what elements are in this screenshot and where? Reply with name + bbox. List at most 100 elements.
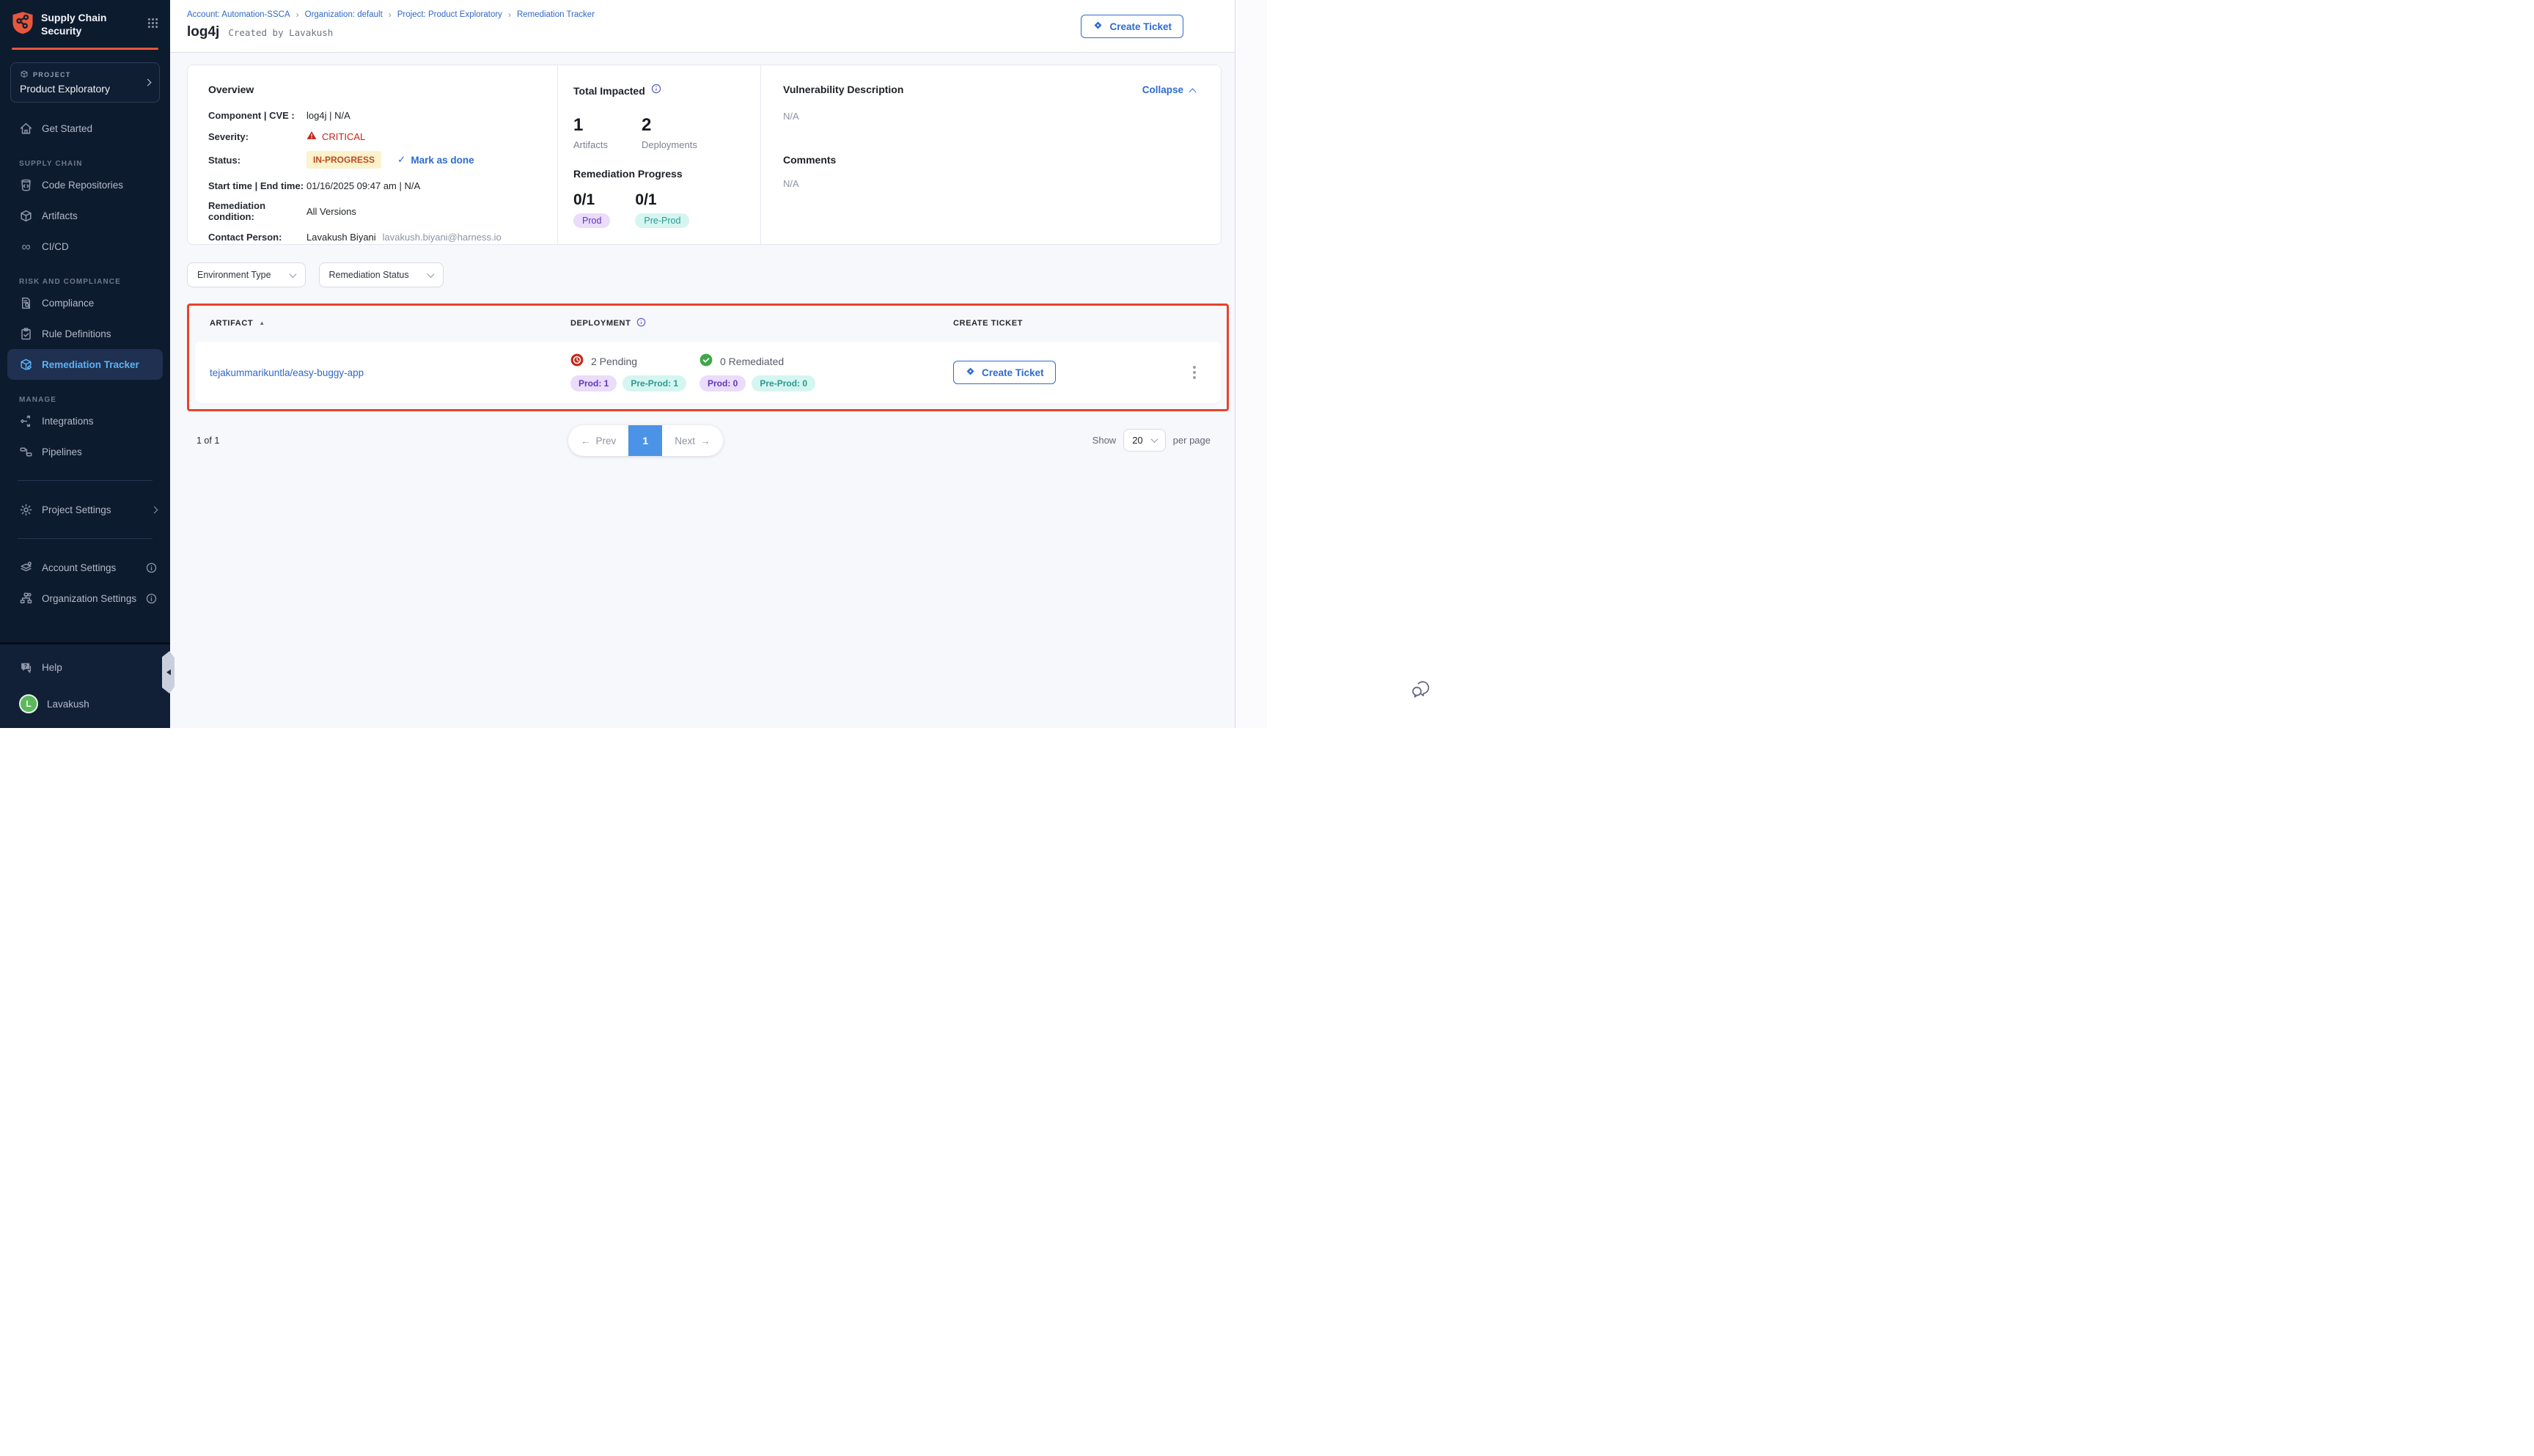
page-header: Account: Automation-SSCA › Organization:… — [170, 0, 1235, 53]
component-cve-label: Component | CVE : — [208, 110, 306, 121]
sidebar-item-pipelines[interactable]: Pipelines — [0, 436, 170, 467]
user-name: Lavakush — [47, 699, 89, 710]
remediated-preprod-pill: Pre-Prod: 0 — [752, 375, 815, 391]
sidebar-item-artifacts[interactable]: Artifacts — [0, 200, 170, 231]
account-settings-icon — [19, 561, 33, 575]
artifacts-stat: 1 Artifacts — [573, 115, 608, 150]
table-row: tejakummarikuntla/easy-buggy-app 2 Pendi… — [195, 342, 1221, 403]
deployments-stat-label: Deployments — [642, 139, 697, 150]
deployment-cell: 2 Pending Prod: 1 Pre-Prod: 1 — [570, 353, 941, 391]
pipelines-icon — [19, 445, 33, 459]
next-page-button[interactable]: Next → — [662, 425, 722, 456]
page-size-select[interactable]: 20 — [1123, 429, 1165, 452]
sidebar-item-cicd[interactable]: ∞ CI/CD — [0, 231, 170, 262]
preprod-pill: Pre-Prod — [635, 213, 689, 228]
pending-prod-pill: Prod: 1 — [570, 375, 617, 391]
chevron-down-icon — [289, 271, 296, 278]
row-options-kebab-menu[interactable] — [1190, 363, 1199, 382]
sidebar-item-label: Remediation Tracker — [42, 359, 139, 370]
vulnerability-details-section: Vulnerability Description Collapse N/A C… — [760, 65, 1221, 244]
chevron-right-icon — [152, 507, 157, 512]
info-icon[interactable] — [651, 84, 661, 98]
content: Overview Component | CVE : log4j | N/A S… — [170, 53, 1235, 457]
project-selector-label: PROJECT — [33, 71, 71, 78]
help-chat-icon: ? — [19, 661, 33, 674]
sidebar-item-label: Compliance — [42, 298, 94, 309]
sidebar-item-rule-definitions[interactable]: Rule Definitions — [0, 318, 170, 349]
app-title: Supply Chain Security — [41, 12, 106, 37]
feedback-chat-button[interactable] — [1410, 677, 1432, 703]
sidebar-item-remediation-tracker[interactable]: Remediation Tracker — [7, 349, 163, 380]
page-subtitle: Created by Lavakush — [228, 27, 333, 38]
breadcrumb-account-link[interactable]: Account: Automation-SSCA — [187, 10, 290, 19]
code-repository-icon — [19, 178, 33, 192]
chevron-up-icon — [1189, 88, 1197, 95]
left-arrow-icon: ← — [581, 435, 591, 446]
sidebar-nav: Get Started SUPPLY CHAIN Code Repositori… — [0, 103, 170, 467]
sidebar-item-label: Artifacts — [42, 210, 78, 221]
deployment-column-header: DEPLOYMENT — [570, 317, 941, 329]
nav-section-supply-chain: SUPPLY CHAIN — [19, 160, 170, 168]
mark-as-done-button[interactable]: ✓ Mark as done — [397, 154, 474, 166]
artifact-column-header[interactable]: ARTIFACT ▲ — [189, 319, 570, 328]
preprod-progress: 0/1 Pre-Prod — [635, 191, 689, 228]
sidebar-item-account-settings[interactable]: Account Settings — [0, 552, 170, 583]
breadcrumb-remediation-tracker-link[interactable]: Remediation Tracker — [517, 10, 595, 19]
prev-page-button[interactable]: ← Prev — [568, 425, 628, 456]
sidebar-item-help[interactable]: ? Help — [0, 652, 170, 683]
breadcrumb-organization-link[interactable]: Organization: default — [305, 10, 383, 19]
deployments-stat: 2 Deployments — [642, 115, 697, 150]
time-label: Start time | End time: — [208, 180, 306, 191]
sidebar-item-label: Integrations — [42, 416, 94, 427]
environment-type-filter[interactable]: Environment Type — [187, 262, 306, 287]
sidebar-item-code-repositories[interactable]: Code Repositories — [0, 169, 170, 200]
document-search-icon — [19, 296, 33, 310]
table-header-row: ARTIFACT ▲ DEPLOYMENT CREATE TICKET — [189, 306, 1227, 340]
sidebar-item-label: Organization Settings — [42, 593, 136, 604]
sidebar-collapse-handle[interactable] — [162, 651, 175, 694]
info-icon[interactable] — [146, 562, 157, 573]
contact-person-email: lavakush.biyani@harness.io — [383, 232, 502, 243]
collapse-left-arrow-icon — [166, 669, 171, 675]
comments-heading: Comments — [783, 154, 1195, 166]
breadcrumb-separator: › — [508, 10, 511, 20]
collapse-button[interactable]: Collapse — [1142, 84, 1195, 95]
info-icon[interactable] — [146, 593, 157, 604]
project-selector[interactable]: PROJECT Product Exploratory — [10, 62, 160, 103]
supply-chain-security-logo-icon — [12, 11, 34, 38]
right-gutter — [1235, 0, 1267, 728]
info-icon[interactable] — [636, 317, 646, 329]
remediation-status-filter[interactable]: Remediation Status — [319, 262, 444, 287]
user-menu[interactable]: L Lavakush — [0, 688, 170, 719]
artifact-link[interactable]: tejakummarikuntla/easy-buggy-app — [195, 367, 570, 378]
create-ticket-cell: Create Ticket — [941, 361, 1221, 384]
row-create-ticket-button[interactable]: Create Ticket — [953, 361, 1056, 384]
severity-value: CRITICAL — [322, 131, 365, 142]
vulnerability-description-value: N/A — [783, 111, 1195, 122]
jira-diamond-icon — [1092, 20, 1103, 33]
module-switcher-grid-icon[interactable] — [147, 18, 158, 32]
breadcrumb-project-link[interactable]: Project: Product Exploratory — [397, 10, 502, 19]
sidebar-item-label: Code Repositories — [42, 180, 123, 191]
user-avatar: L — [19, 694, 38, 713]
remediated-check-icon — [699, 353, 713, 369]
total-impacted-heading: Total Impacted — [573, 85, 645, 97]
chevron-down-icon — [427, 271, 434, 278]
status-badge: IN-PROGRESS — [306, 151, 381, 169]
create-ticket-button[interactable]: Create Ticket — [1081, 15, 1183, 38]
sidebar-item-project-settings[interactable]: Project Settings — [0, 494, 170, 525]
pagination-summary: 1 of 1 — [197, 435, 219, 446]
critical-warning-icon — [306, 130, 317, 142]
clipboard-check-icon — [19, 327, 33, 341]
infinity-icon: ∞ — [19, 240, 33, 254]
sidebar-item-get-started[interactable]: Get Started — [0, 113, 170, 144]
sidebar-item-compliance[interactable]: Compliance — [0, 287, 170, 318]
deployments-count: 2 — [642, 115, 697, 136]
pending-group: 2 Pending Prod: 1 Pre-Prod: 1 — [570, 353, 699, 391]
sidebar-item-integrations[interactable]: Integrations — [0, 405, 170, 436]
page-1-button[interactable]: 1 — [628, 425, 662, 456]
remediation-condition-label: Remediation condition: — [208, 200, 306, 222]
sidebar-item-label: Pipelines — [42, 446, 82, 457]
integrations-icon — [19, 414, 33, 428]
sidebar-item-organization-settings[interactable]: Organization Settings — [0, 583, 170, 614]
